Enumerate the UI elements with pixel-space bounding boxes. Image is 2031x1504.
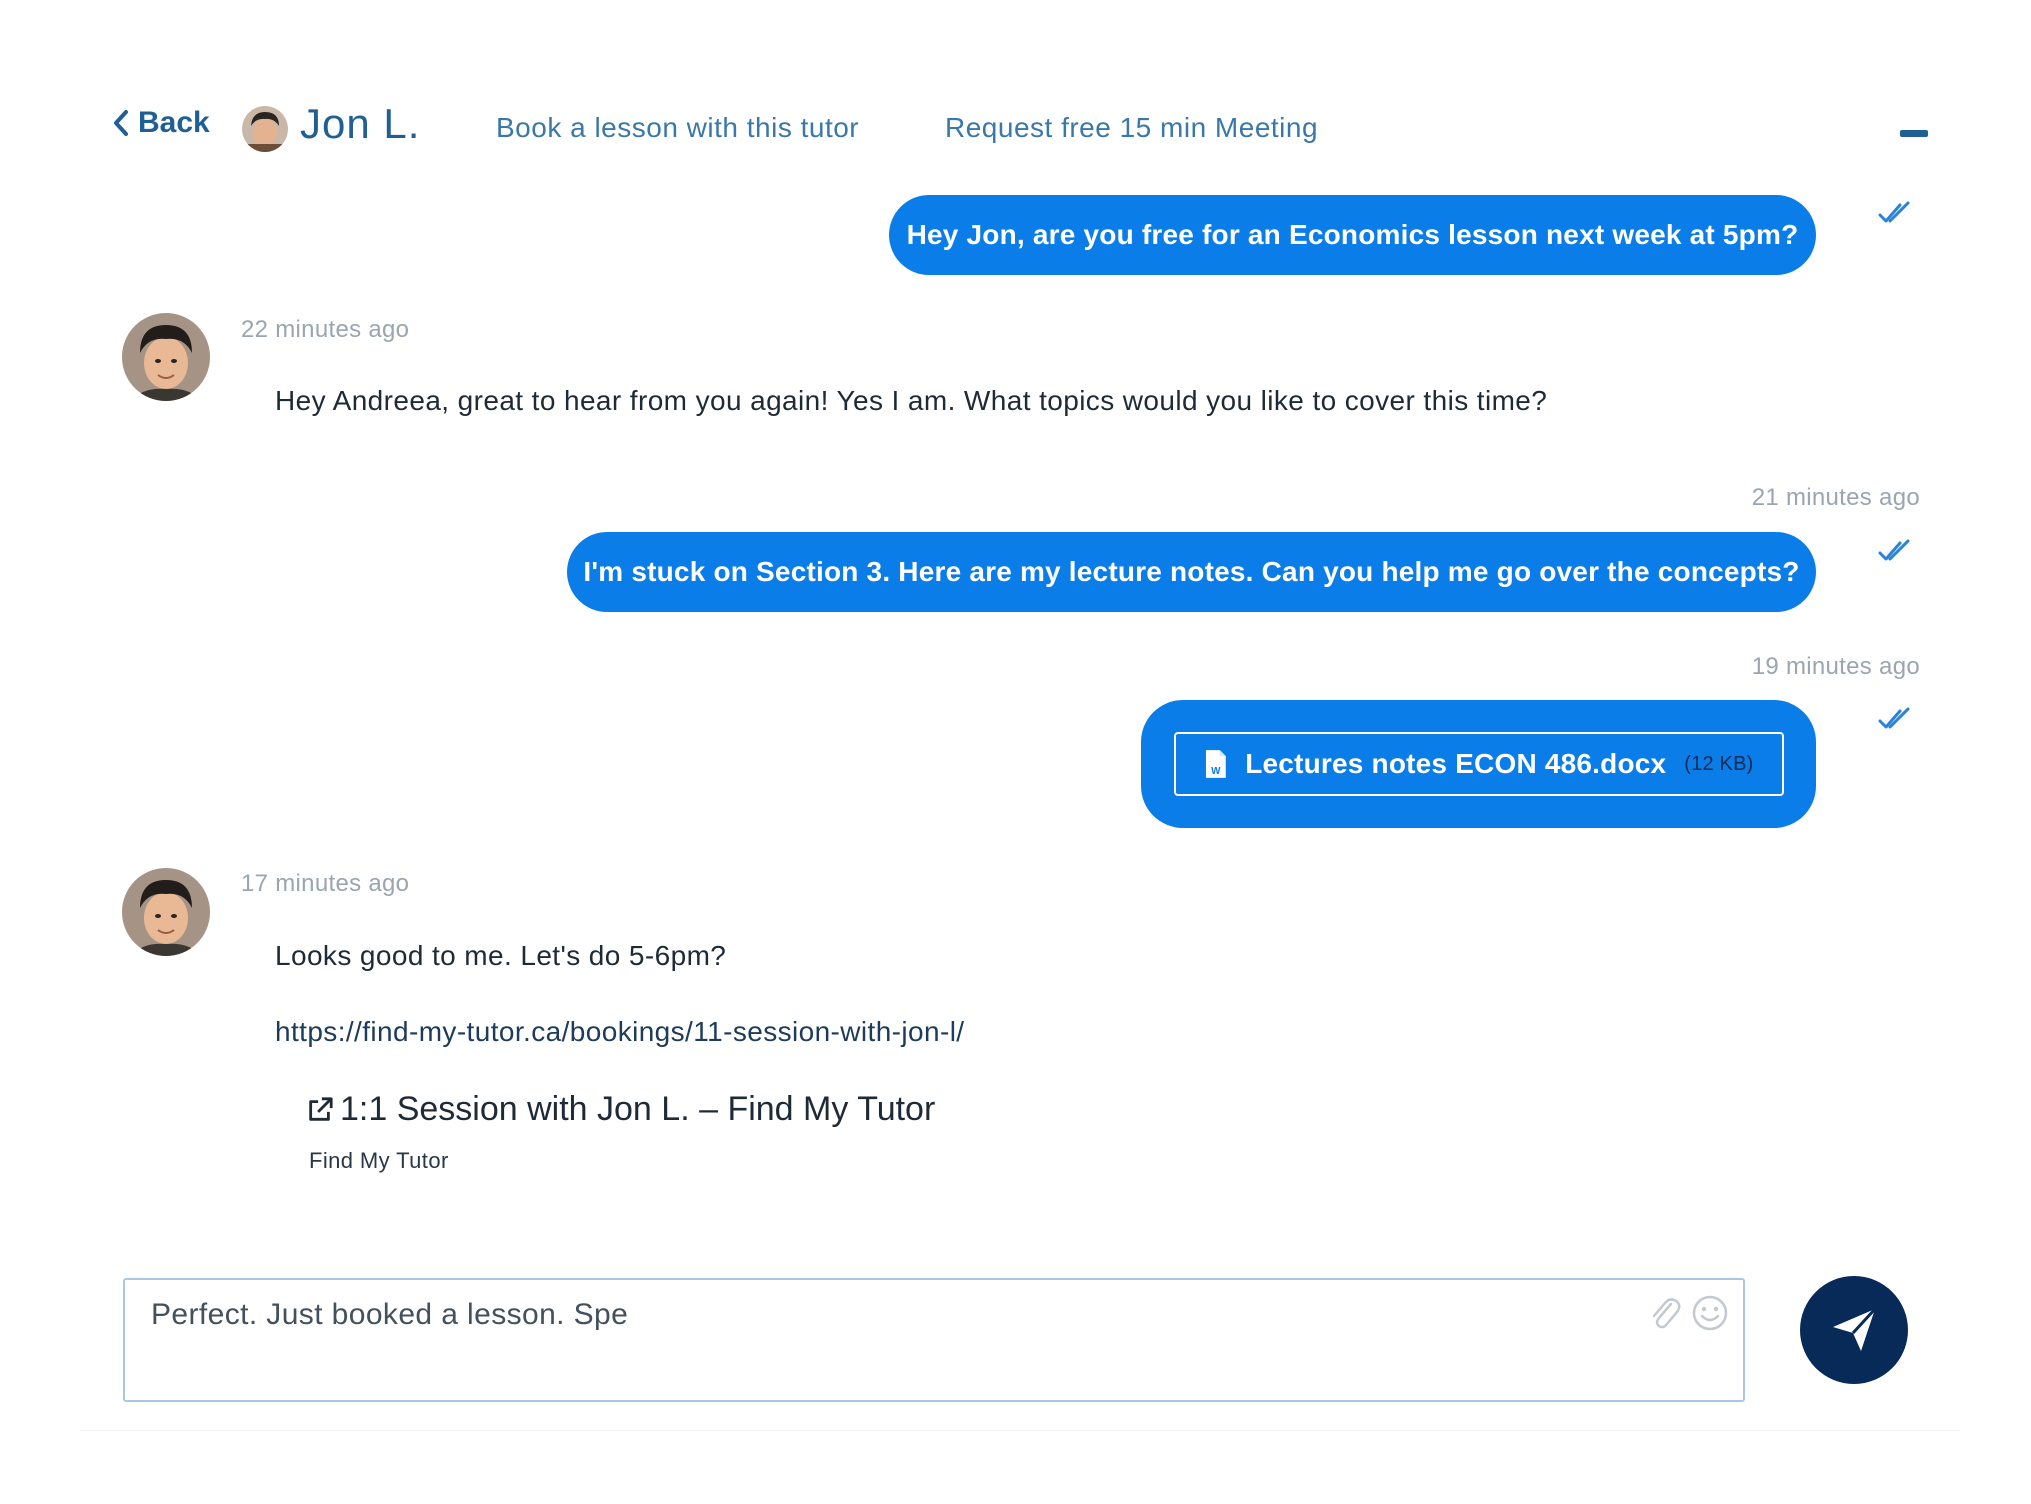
message-composer xyxy=(123,1278,1745,1402)
message-bubble-outgoing: Hey Jon, are you free for an Economics l… xyxy=(889,195,1816,275)
tutor-message-avatar xyxy=(122,868,210,956)
file-attachment[interactable]: W Lectures notes ECON 486.docx (12 KB) xyxy=(1173,732,1784,796)
word-document-icon: W xyxy=(1205,750,1226,778)
double-check-icon xyxy=(1878,539,1910,561)
message-text: Looks good to me. Let's do 5-6pm? xyxy=(275,940,727,971)
request-meeting-link[interactable]: Request free 15 min Meeting xyxy=(945,112,1318,144)
message-text: I'm stuck on Section 3. Here are my lect… xyxy=(583,556,1800,587)
link-preview-site: Find My Tutor xyxy=(309,1148,449,1173)
chevron-left-icon xyxy=(114,110,128,136)
message-text: Hey Andreea, great to hear from you agai… xyxy=(275,385,1548,416)
book-lesson-link[interactable]: Book a lesson with this tutor xyxy=(496,112,859,144)
message-text: Hey Jon, are you free for an Economics l… xyxy=(906,219,1799,250)
tutor-avatar xyxy=(242,106,288,152)
message-timestamp: 17 minutes ago xyxy=(241,870,410,897)
link-preview-title-text: 1:1 Session with Jon L. – Find My Tutor xyxy=(340,1090,936,1128)
send-button[interactable] xyxy=(1800,1276,1908,1384)
message-bubble-outgoing: W Lectures notes ECON 486.docx (12 KB) xyxy=(1141,700,1816,828)
message-timestamp: 21 minutes ago xyxy=(1751,484,1920,511)
paperclip-icon[interactable] xyxy=(1647,1294,1683,1334)
tutor-message-avatar xyxy=(122,313,210,401)
smiley-icon[interactable] xyxy=(1691,1294,1729,1332)
message-timestamp: 22 minutes ago xyxy=(241,316,410,343)
message-timestamp: 19 minutes ago xyxy=(1751,653,1920,680)
back-label: Back xyxy=(138,106,210,139)
external-link-icon xyxy=(309,1096,333,1121)
file-name: Lectures notes ECON 486.docx xyxy=(1245,748,1667,779)
paper-plane-icon xyxy=(1833,1307,1877,1351)
svg-text:W: W xyxy=(1211,766,1221,777)
link-preview-title[interactable]: 1:1 Session with Jon L. – Find My Tutor xyxy=(306,1090,935,1129)
message-link[interactable]: https://find-my-tutor.ca/bookings/11-ses… xyxy=(275,1016,965,1048)
double-check-icon xyxy=(1878,707,1910,729)
file-size: (12 KB) xyxy=(1684,752,1754,775)
message-input[interactable] xyxy=(151,1298,1611,1332)
bottom-divider xyxy=(80,1430,1960,1431)
back-button[interactable]: Back xyxy=(110,106,210,140)
tutor-name: Jon L. xyxy=(300,100,421,147)
minimize-button[interactable] xyxy=(1900,130,1928,137)
double-check-icon xyxy=(1878,201,1910,223)
message-bubble-outgoing: I'm stuck on Section 3. Here are my lect… xyxy=(567,532,1816,612)
